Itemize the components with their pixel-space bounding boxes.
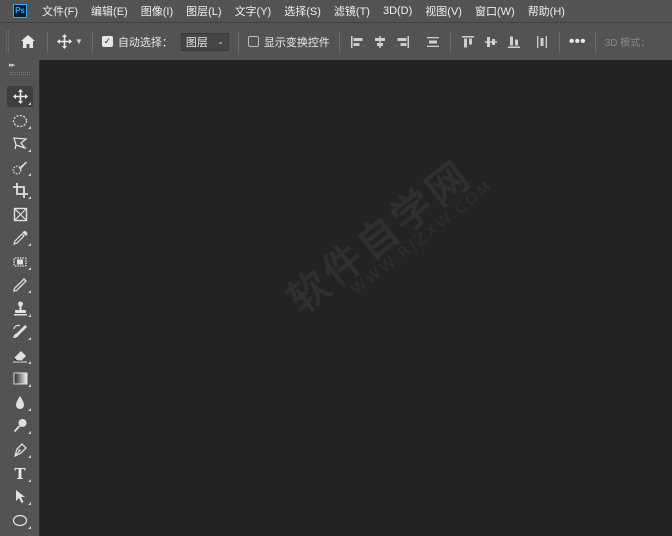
align-horizontal-center-icon[interactable] xyxy=(372,34,388,50)
collapse-panel-icon[interactable]: ▸▸ xyxy=(9,61,15,69)
3d-mode-label: 3D 模式： xyxy=(604,38,651,49)
dodge-icon xyxy=(13,419,26,433)
shape-tool[interactable] xyxy=(7,510,33,531)
move-tool[interactable] xyxy=(7,86,33,107)
polygon-lasso-icon xyxy=(13,137,28,150)
ellipse-shape-icon xyxy=(12,514,28,527)
separator xyxy=(47,30,48,53)
separator xyxy=(558,30,560,53)
brush-tool[interactable] xyxy=(7,274,33,295)
path-select-arrow-icon xyxy=(15,490,25,503)
blur-tool[interactable] xyxy=(7,392,33,413)
path-select-tool[interactable] xyxy=(7,486,33,507)
align-top-icon[interactable] xyxy=(460,34,476,50)
show-transform-label: 显示变换控件 xyxy=(263,36,330,49)
chevron-down-icon: ⌄ xyxy=(217,37,224,46)
frame-tool[interactable] xyxy=(7,204,33,225)
dodge-tool[interactable] xyxy=(7,415,33,436)
stamp-tool[interactable] xyxy=(7,298,33,319)
menu-help[interactable]: 帮助(H) xyxy=(528,3,565,19)
menu-file[interactable]: 文件(F) xyxy=(42,3,78,19)
home-icon[interactable] xyxy=(18,32,38,52)
options-bar-grip[interactable] xyxy=(6,30,9,53)
quick-select-tool[interactable] xyxy=(7,157,33,178)
crop-tool[interactable] xyxy=(7,180,33,201)
align-buttons xyxy=(349,34,411,50)
frame-icon xyxy=(13,207,27,222)
menu-type[interactable]: 文字(Y) xyxy=(235,3,272,19)
options-bar: ▼ ✓ 自动选择： 图层 ⌄ 显示变换控件 ••• 3D 模式： xyxy=(0,22,672,60)
separator xyxy=(91,30,93,53)
marquee-tool[interactable] xyxy=(7,110,33,131)
eyedropper-icon xyxy=(12,231,27,245)
brush-icon xyxy=(12,278,27,292)
show-transform-checkbox[interactable] xyxy=(247,36,259,47)
menu-layer[interactable]: 图层(L) xyxy=(186,3,221,19)
auto-select-label: 自动选择： xyxy=(117,36,173,49)
align-vertical-center-icon[interactable] xyxy=(483,34,499,50)
distribute-horizontal-icon[interactable] xyxy=(534,34,550,50)
move-icon xyxy=(12,89,28,104)
more-options-button[interactable]: ••• xyxy=(569,33,586,50)
align-vertical-buttons xyxy=(460,34,550,50)
align-left-icon[interactable] xyxy=(349,34,365,50)
eraser-tool[interactable] xyxy=(7,345,33,366)
stamp-icon xyxy=(13,301,27,316)
menu-image[interactable]: 图像(I) xyxy=(141,3,173,19)
photoshop-logo-icon[interactable]: Ps xyxy=(13,4,27,18)
menu-filter[interactable]: 滤镜(T) xyxy=(334,3,370,19)
auto-select-target-value: 图层 xyxy=(185,36,208,49)
menu-3d[interactable]: 3D(D) xyxy=(383,5,412,17)
gradient-tool[interactable] xyxy=(7,368,33,389)
crop-icon xyxy=(12,183,28,198)
tools-panel-grip[interactable] xyxy=(10,72,30,75)
chevron-down-icon: ▼ xyxy=(75,37,83,46)
tool-preset-picker[interactable]: ▼ xyxy=(57,34,83,49)
bandage-icon xyxy=(13,256,27,267)
gradient-icon xyxy=(13,372,27,385)
eyedropper-tool[interactable] xyxy=(7,227,33,248)
menu-window[interactable]: 窗口(W) xyxy=(475,3,515,19)
align-right-icon[interactable] xyxy=(395,34,411,50)
history-brush-icon xyxy=(13,324,27,338)
separator xyxy=(338,30,340,53)
menu-bar: Ps 文件(F) 编辑(E) 图像(I) 图层(L) 文字(Y) 选择(S) 滤… xyxy=(0,0,672,22)
healing-brush-tool[interactable] xyxy=(7,251,33,272)
history-brush-tool[interactable] xyxy=(7,321,33,342)
menu-edit[interactable]: 编辑(E) xyxy=(91,3,128,19)
type-tool[interactable]: T xyxy=(7,463,33,484)
auto-select-checkbox[interactable]: ✓ xyxy=(101,36,113,47)
distribute-vertical-icon[interactable] xyxy=(425,34,441,50)
auto-select-target-dropdown[interactable]: 图层 ⌄ xyxy=(180,32,229,51)
blur-drop-icon xyxy=(16,396,24,409)
separator xyxy=(594,30,596,53)
separator xyxy=(237,30,239,53)
menu-view[interactable]: 视图(V) xyxy=(425,3,462,19)
eraser-icon xyxy=(13,350,27,362)
canvas-area[interactable] xyxy=(41,60,672,536)
separator xyxy=(449,30,451,53)
type-icon: T xyxy=(14,464,26,483)
quick-select-icon xyxy=(12,161,27,175)
align-bottom-icon[interactable] xyxy=(506,34,522,50)
menu-select[interactable]: 选择(S) xyxy=(284,3,321,19)
pen-tool[interactable] xyxy=(7,439,33,460)
ellipse-marquee-icon xyxy=(12,114,28,127)
pen-icon xyxy=(13,443,27,457)
lasso-tool[interactable] xyxy=(7,133,33,154)
tools-panel: ▸▸ T xyxy=(0,60,40,536)
move-icon xyxy=(57,34,72,49)
